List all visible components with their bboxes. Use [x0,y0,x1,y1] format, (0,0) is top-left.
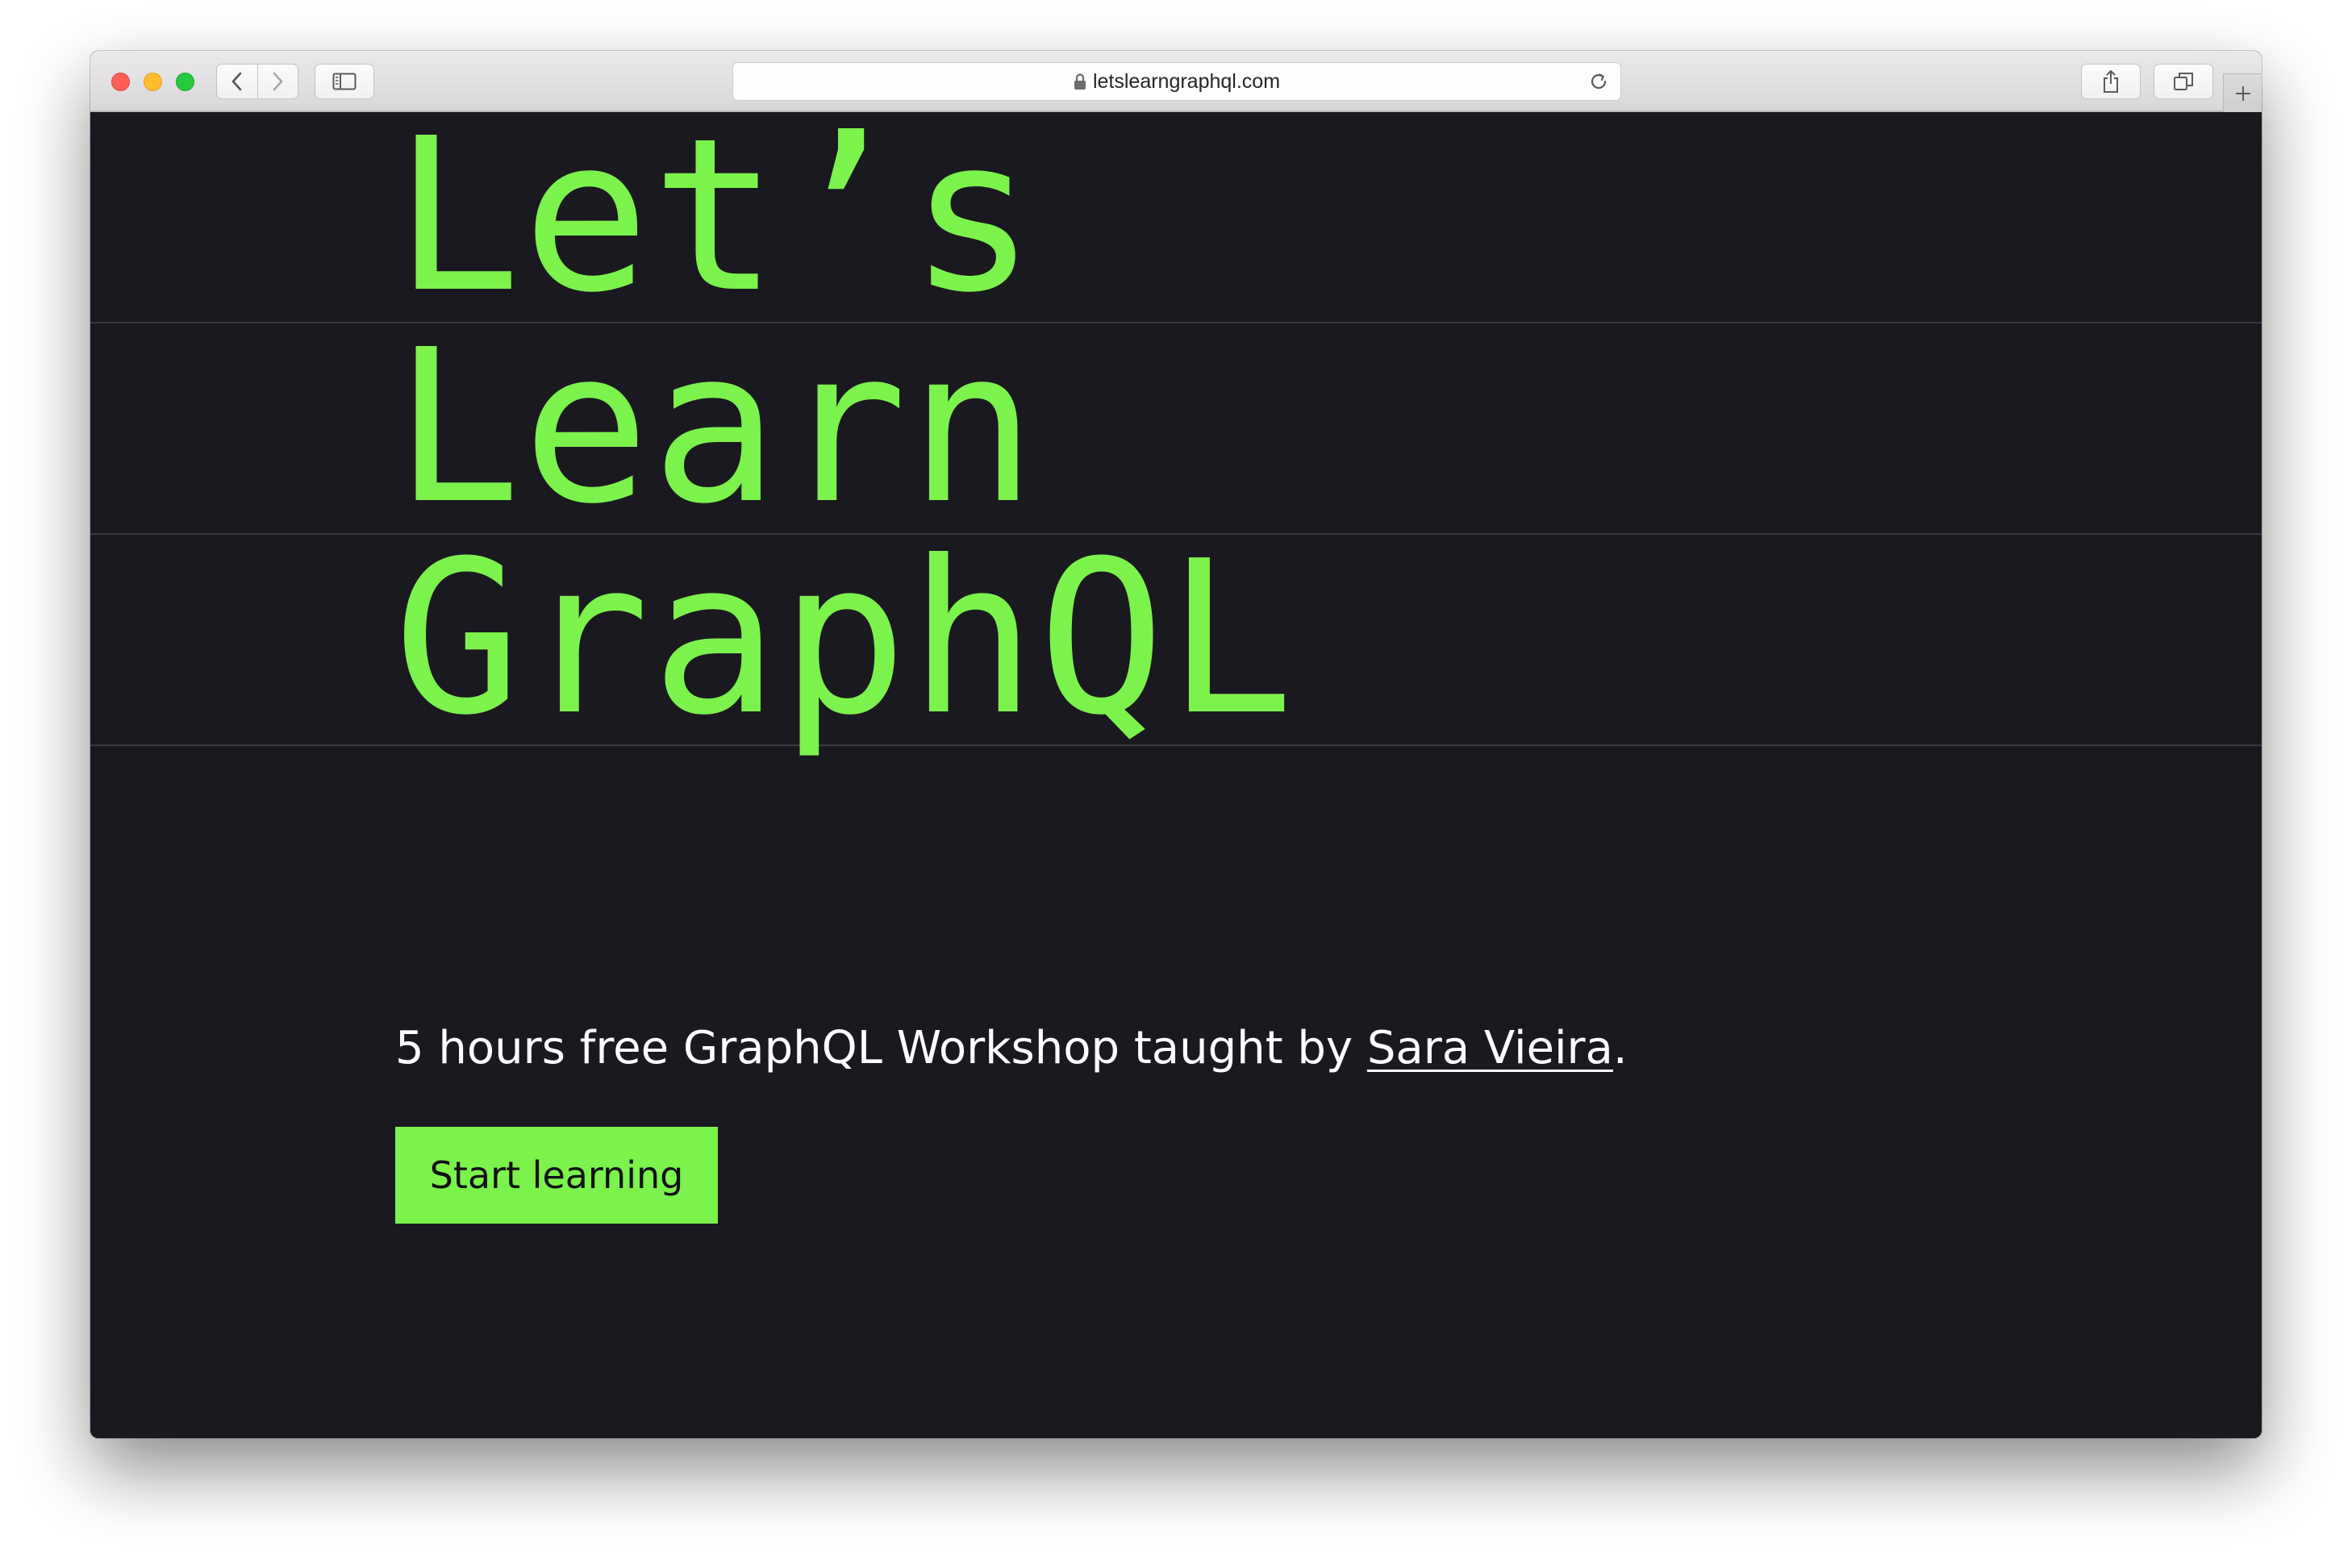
author-link[interactable]: Sara Vieira [1367,1022,1613,1074]
share-button[interactable] [2081,64,2141,99]
start-learning-button[interactable]: Start learning [395,1127,718,1224]
sidebar-icon [332,73,357,90]
minimize-window-button[interactable] [144,73,162,91]
plus-icon [2235,85,2250,101]
chevron-left-icon [231,72,242,91]
navigation-buttons [216,64,298,99]
page-content: Let’s Learn GraphQL 5 hours free GraphQL… [90,93,2262,1438]
hero-row: Learn [90,304,2262,550]
close-window-button[interactable] [111,73,130,91]
lock-icon [1074,73,1086,90]
browser-window: letslearngraphql.com Let’s Learn GraphQL… [90,51,2262,1438]
maximize-window-button[interactable] [176,73,194,91]
workshop-description: 5 hours free GraphQL Workshop taught by … [395,1022,1628,1074]
hero-line-lets: Let’s [394,93,1038,339]
hero-line-learn: Learn [394,304,1038,550]
hero-line-graphql: GraphQL [394,515,1296,761]
description-period: . [1612,1022,1628,1074]
chevron-right-icon [273,72,283,91]
hero-row: Let’s [90,93,2262,339]
tabs-overview-button[interactable] [2154,64,2213,99]
description-text: 5 hours free GraphQL Workshop taught by [395,1022,1367,1074]
new-tab-button[interactable] [2223,73,2262,112]
forward-button[interactable] [256,65,298,98]
url-text: letslearngraphql.com [1092,69,1281,93]
hero-row: GraphQL [90,515,2262,761]
back-button[interactable] [217,65,257,98]
reload-button[interactable] [1585,68,1612,95]
share-icon [2104,70,2118,93]
sidebar-button[interactable] [315,64,374,99]
tabs-overview-icon [2174,73,2193,90]
reload-icon [1591,73,1607,90]
